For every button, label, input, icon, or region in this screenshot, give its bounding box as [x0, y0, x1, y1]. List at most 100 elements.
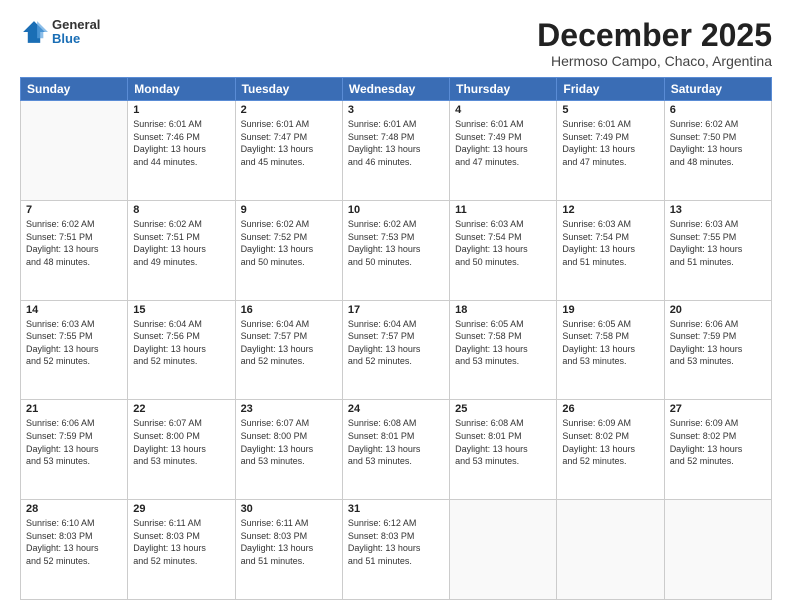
day-number: 23	[241, 403, 337, 415]
day-number: 29	[133, 503, 229, 515]
table-row: 13 Sunrise: 6:03 AMSunset: 7:55 PMDayligh…	[664, 200, 771, 300]
table-row: 17 Sunrise: 6:04 AMSunset: 7:57 PMDayligh…	[342, 300, 449, 400]
table-row: 25 Sunrise: 6:08 AMSunset: 8:01 PMDayligh…	[450, 400, 557, 500]
calendar-week-row: 28Sunrise: 6:10 AMSunset: 8:03 PMDayligh…	[21, 500, 772, 600]
day-info: Sunrise: 6:03 AMSunset: 7:55 PMDaylight:…	[670, 218, 766, 268]
day-info: Sunrise: 6:01 AMSunset: 7:46 PMDaylight:…	[133, 118, 229, 168]
day-number: 15	[133, 304, 229, 316]
day-number: 24	[348, 403, 444, 415]
table-row: 26Sunrise: 6:09 AMSunset: 8:02 PMDayligh…	[557, 400, 664, 500]
day-info: Sunrise: 6:02 AMSunset: 7:52 PMDaylight:…	[241, 218, 337, 268]
day-info: Sunrise: 6:11 AMSunset: 8:03 PMDaylight:…	[241, 517, 337, 567]
table-row: 20Sunrise: 6:06 AMSunset: 7:59 PMDayligh…	[664, 300, 771, 400]
location: Hermoso Campo, Chaco, Argentina	[537, 53, 772, 69]
logo-blue-text: Blue	[52, 32, 100, 46]
logo-general-text: General	[52, 18, 100, 32]
table-row: 10 Sunrise: 6:02 AMSunset: 7:53 PMDayligh…	[342, 200, 449, 300]
calendar-week-row: 14 Sunrise: 6:03 AMSunset: 7:55 PMDayligh…	[21, 300, 772, 400]
day-info: Sunrise: 6:06 AMSunset: 7:59 PMDaylight:…	[670, 318, 766, 368]
table-row: 9 Sunrise: 6:02 AMSunset: 7:52 PMDaylight…	[235, 200, 342, 300]
table-row: 30 Sunrise: 6:11 AMSunset: 8:03 PMDayligh…	[235, 500, 342, 600]
day-number: 13	[670, 204, 766, 216]
day-info: Sunrise: 6:12 AMSunset: 8:03 PMDaylight:…	[348, 517, 444, 567]
day-number: 3	[348, 104, 444, 116]
day-number: 10	[348, 204, 444, 216]
day-number: 9	[241, 204, 337, 216]
day-info: Sunrise: 6:07 AMSunset: 8:00 PMDaylight:…	[241, 417, 337, 467]
day-info: Sunrise: 6:04 AMSunset: 7:57 PMDaylight:…	[241, 318, 337, 368]
calendar-week-row: 7 Sunrise: 6:02 AMSunset: 7:51 PMDaylight…	[21, 200, 772, 300]
day-number: 7	[26, 204, 122, 216]
table-row: 11Sunrise: 6:03 AMSunset: 7:54 PMDayligh…	[450, 200, 557, 300]
calendar-header-row: Sunday Monday Tuesday Wednesday Thursday…	[21, 78, 772, 101]
table-row: 23 Sunrise: 6:07 AMSunset: 8:00 PMDayligh…	[235, 400, 342, 500]
day-info: Sunrise: 6:01 AMSunset: 7:48 PMDaylight:…	[348, 118, 444, 168]
day-number: 11	[455, 204, 551, 216]
day-info: Sunrise: 6:05 AMSunset: 7:58 PMDaylight:…	[562, 318, 658, 368]
day-info: Sunrise: 6:03 AMSunset: 7:54 PMDaylight:…	[562, 218, 658, 268]
table-row: 21Sunrise: 6:06 AMSunset: 7:59 PMDayligh…	[21, 400, 128, 500]
table-row	[21, 101, 128, 201]
table-row: 6 Sunrise: 6:02 AMSunset: 7:50 PMDaylight…	[664, 101, 771, 201]
table-row: 5 Sunrise: 6:01 AMSunset: 7:49 PMDaylight…	[557, 101, 664, 201]
col-saturday: Saturday	[664, 78, 771, 101]
day-info: Sunrise: 6:03 AMSunset: 7:55 PMDaylight:…	[26, 318, 122, 368]
table-row: 7 Sunrise: 6:02 AMSunset: 7:51 PMDaylight…	[21, 200, 128, 300]
col-thursday: Thursday	[450, 78, 557, 101]
table-row: 22Sunrise: 6:07 AMSunset: 8:00 PMDayligh…	[128, 400, 235, 500]
table-row: 4 Sunrise: 6:01 AMSunset: 7:49 PMDaylight…	[450, 101, 557, 201]
col-friday: Friday	[557, 78, 664, 101]
day-info: Sunrise: 6:08 AMSunset: 8:01 PMDaylight:…	[348, 417, 444, 467]
day-number: 22	[133, 403, 229, 415]
logo-icon	[20, 18, 48, 46]
calendar-page: General Blue December 2025 Hermoso Campo…	[0, 0, 792, 612]
table-row: 27Sunrise: 6:09 AMSunset: 8:02 PMDayligh…	[664, 400, 771, 500]
day-info: Sunrise: 6:02 AMSunset: 7:51 PMDaylight:…	[26, 218, 122, 268]
table-row: 2Sunrise: 6:01 AMSunset: 7:47 PMDaylight…	[235, 101, 342, 201]
table-row: 1 Sunrise: 6:01 AMSunset: 7:46 PMDaylight…	[128, 101, 235, 201]
day-number: 30	[241, 503, 337, 515]
table-row: 18 Sunrise: 6:05 AMSunset: 7:58 PMDayligh…	[450, 300, 557, 400]
day-number: 1	[133, 104, 229, 116]
table-row: 24 Sunrise: 6:08 AMSunset: 8:01 PMDayligh…	[342, 400, 449, 500]
day-number: 25	[455, 403, 551, 415]
month-title: December 2025	[537, 18, 772, 53]
table-row: 8Sunrise: 6:02 AMSunset: 7:51 PMDaylight…	[128, 200, 235, 300]
logo: General Blue	[20, 18, 100, 47]
day-number: 2	[241, 104, 337, 116]
day-info: Sunrise: 6:02 AMSunset: 7:53 PMDaylight:…	[348, 218, 444, 268]
col-tuesday: Tuesday	[235, 78, 342, 101]
day-number: 28	[26, 503, 122, 515]
day-info: Sunrise: 6:08 AMSunset: 8:01 PMDaylight:…	[455, 417, 551, 467]
day-number: 5	[562, 104, 658, 116]
table-row: 31Sunrise: 6:12 AMSunset: 8:03 PMDayligh…	[342, 500, 449, 600]
day-number: 17	[348, 304, 444, 316]
day-info: Sunrise: 6:04 AMSunset: 7:56 PMDaylight:…	[133, 318, 229, 368]
day-number: 18	[455, 304, 551, 316]
day-info: Sunrise: 6:02 AMSunset: 7:50 PMDaylight:…	[670, 118, 766, 168]
table-row	[664, 500, 771, 600]
day-info: Sunrise: 6:05 AMSunset: 7:58 PMDaylight:…	[455, 318, 551, 368]
table-row	[557, 500, 664, 600]
day-info: Sunrise: 6:04 AMSunset: 7:57 PMDaylight:…	[348, 318, 444, 368]
day-number: 12	[562, 204, 658, 216]
table-row: 16 Sunrise: 6:04 AMSunset: 7:57 PMDayligh…	[235, 300, 342, 400]
table-row: 15 Sunrise: 6:04 AMSunset: 7:56 PMDayligh…	[128, 300, 235, 400]
day-number: 16	[241, 304, 337, 316]
day-info: Sunrise: 6:01 AMSunset: 7:49 PMDaylight:…	[562, 118, 658, 168]
day-number: 8	[133, 204, 229, 216]
day-number: 4	[455, 104, 551, 116]
day-number: 21	[26, 403, 122, 415]
col-sunday: Sunday	[21, 78, 128, 101]
table-row: 19Sunrise: 6:05 AMSunset: 7:58 PMDayligh…	[557, 300, 664, 400]
day-number: 14	[26, 304, 122, 316]
table-row: 28Sunrise: 6:10 AMSunset: 8:03 PMDayligh…	[21, 500, 128, 600]
table-row	[450, 500, 557, 600]
logo-text: General Blue	[52, 18, 100, 47]
col-monday: Monday	[128, 78, 235, 101]
table-row: 29Sunrise: 6:11 AMSunset: 8:03 PMDayligh…	[128, 500, 235, 600]
table-row: 3 Sunrise: 6:01 AMSunset: 7:48 PMDaylight…	[342, 101, 449, 201]
header: General Blue December 2025 Hermoso Campo…	[20, 18, 772, 69]
day-number: 6	[670, 104, 766, 116]
day-info: Sunrise: 6:01 AMSunset: 7:49 PMDaylight:…	[455, 118, 551, 168]
